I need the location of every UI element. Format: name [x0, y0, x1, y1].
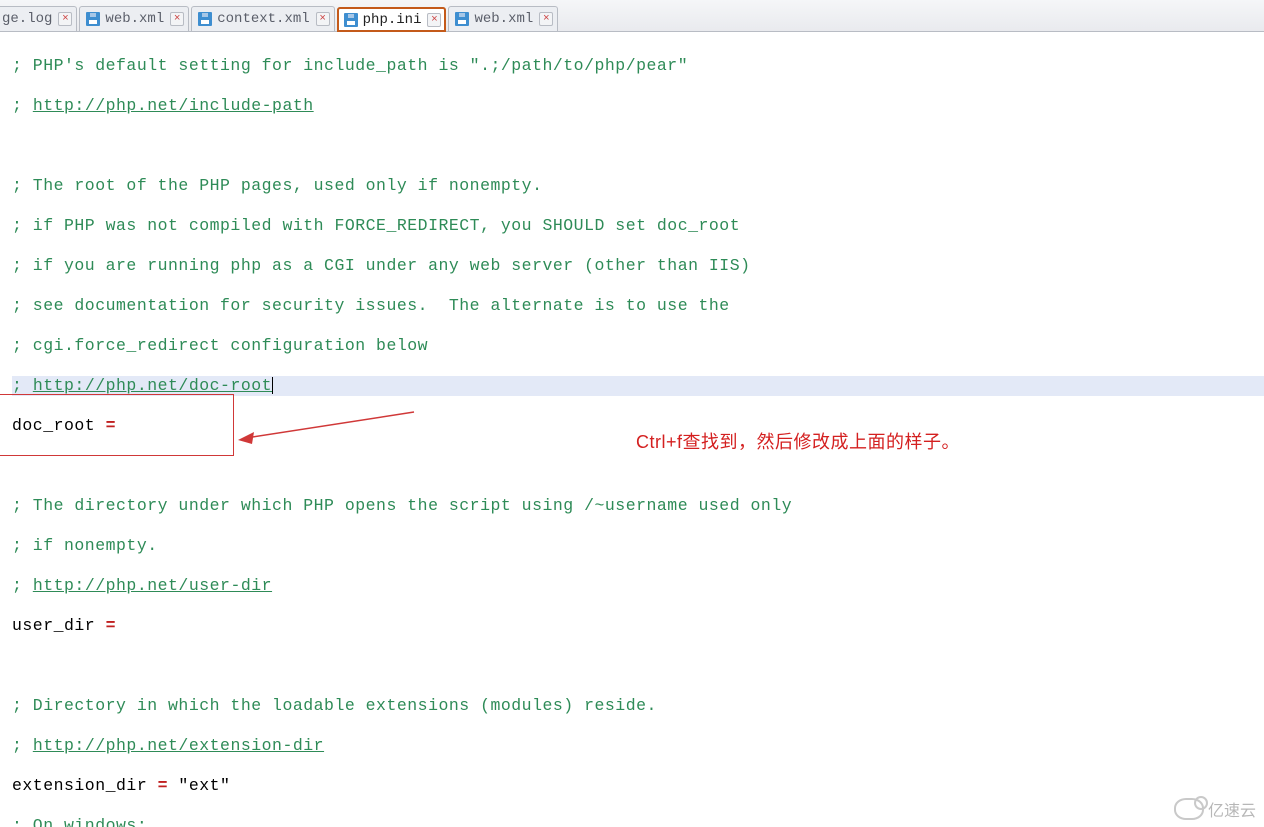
code-line: ; if nonempty.	[12, 536, 158, 555]
comment-prefix: ;	[12, 376, 33, 395]
tab-web-xml-1[interactable]: web.xml ×	[79, 6, 189, 31]
code-line: ; if you are running php as a CGI under …	[12, 256, 751, 275]
disk-icon	[455, 12, 469, 26]
tab-label: web.xml	[474, 11, 533, 27]
code-line: ; The directory under which PHP opens th…	[12, 496, 792, 515]
cfg-key: user_dir	[12, 616, 106, 635]
code-line: ; PHP's default setting for include_path…	[12, 56, 688, 75]
disk-icon	[86, 12, 100, 26]
tab-label: web.xml	[105, 11, 164, 27]
tab-label: ge.log	[2, 11, 52, 27]
code-line: ; cgi.force_redirect configuration below	[12, 336, 428, 355]
code-editor[interactable]: ; PHP's default setting for include_path…	[0, 32, 1264, 827]
code-url: http://php.net/extension-dir	[33, 736, 324, 755]
comment-prefix: ;	[12, 576, 33, 595]
code-line: ; The root of the PHP pages, used only i…	[12, 176, 542, 195]
cfg-val: "ext"	[168, 776, 230, 795]
watermark-text: 亿速云	[1208, 797, 1256, 821]
tab-label: context.xml	[217, 11, 309, 27]
text-cursor	[272, 377, 273, 394]
code-line: ; if PHP was not compiled with FORCE_RED…	[12, 216, 740, 235]
cfg-op: =	[106, 616, 116, 635]
comment-prefix: ;	[12, 736, 33, 755]
code-line: ; see documentation for security issues.…	[12, 296, 730, 315]
tab-web-xml-2[interactable]: web.xml ×	[448, 6, 558, 31]
code-url: http://php.net/doc-root	[33, 376, 272, 395]
close-icon[interactable]: ×	[58, 12, 72, 26]
code-url: http://php.net/user-dir	[33, 576, 272, 595]
close-icon[interactable]: ×	[316, 12, 330, 26]
cfg-key: extension_dir	[12, 776, 158, 795]
disk-icon	[198, 12, 212, 26]
tab-context-xml[interactable]: context.xml ×	[191, 6, 334, 31]
blank-line	[12, 456, 1264, 476]
disk-icon	[344, 13, 358, 27]
comment-prefix: ;	[12, 96, 33, 115]
watermark: 亿速云	[1174, 797, 1256, 821]
close-icon[interactable]: ×	[427, 13, 441, 27]
cfg-key: doc_root	[12, 416, 106, 435]
code-line: ; On windows:	[12, 816, 147, 827]
tab-bar: ge.log × web.xml × context.xml × php.ini…	[0, 0, 1264, 32]
cfg-op: =	[158, 776, 168, 795]
blank-line	[12, 656, 1264, 676]
cfg-op: =	[106, 416, 116, 435]
blank-line	[12, 136, 1264, 156]
code-line: ; Directory in which the loadable extens…	[12, 696, 657, 715]
close-icon[interactable]: ×	[539, 12, 553, 26]
close-icon[interactable]: ×	[170, 12, 184, 26]
tab-ge-log[interactable]: ge.log ×	[0, 6, 77, 31]
tab-label: php.ini	[363, 12, 422, 28]
cloud-icon	[1174, 798, 1204, 820]
code-url: http://php.net/include-path	[33, 96, 314, 115]
tab-php-ini[interactable]: php.ini ×	[337, 7, 447, 32]
